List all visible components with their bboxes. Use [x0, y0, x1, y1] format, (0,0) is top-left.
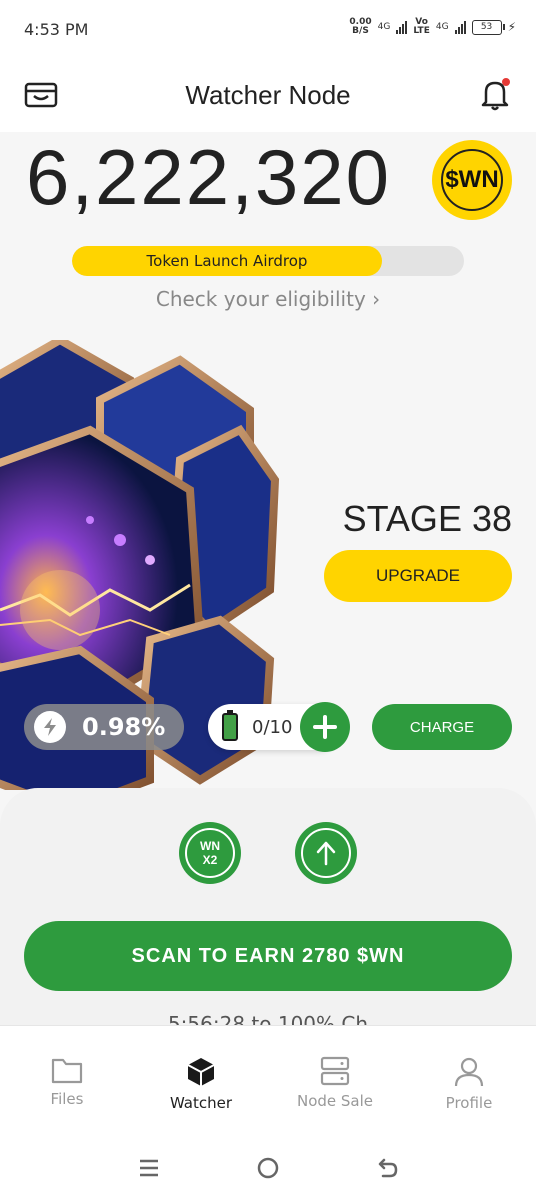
upgrade-button[interactable]: UPGRADE — [324, 550, 512, 602]
status-bar: 4:53 PM 0.00 B/S 4G Vo LTE 4G 53 ⚡ — [0, 0, 536, 62]
menu-icon — [140, 1159, 159, 1176]
battery-status-icon: 53 — [471, 19, 505, 35]
home-circle-icon — [257, 1157, 279, 1178]
bottom-nav: Files Watcher Node Sale Profile — [0, 1025, 536, 1135]
token-coin-icon: $WN — [432, 140, 512, 220]
scan-to-earn-button[interactable]: SCAN TO EARN 2780 $WN — [24, 921, 512, 991]
nav-files-label: Files — [50, 1090, 84, 1108]
back-arrow-icon — [378, 1158, 397, 1177]
nav-files[interactable]: Files — [0, 1026, 134, 1135]
plus-icon — [313, 715, 337, 739]
app-header: Watcher Node — [0, 62, 536, 132]
add-battery-button[interactable] — [300, 702, 350, 752]
status-time: 4:53 PM — [24, 20, 89, 39]
battery-count: 0/10 — [252, 716, 293, 738]
notification-dot — [502, 78, 510, 86]
battery-status-level: 53 — [480, 21, 493, 32]
nav-node-sale[interactable]: Node Sale — [268, 1026, 402, 1135]
nav-watcher-label: Watcher — [169, 1094, 233, 1112]
network-speed: 0.00 B/S — [349, 18, 371, 36]
balance-amount: 6,222,320 — [26, 133, 392, 221]
charging-bolt-icon: ⚡ — [507, 20, 516, 34]
status-icons: 0.00 B/S 4G Vo LTE 4G 53 ⚡ — [349, 18, 516, 36]
charge-button[interactable]: CHARGE — [372, 704, 512, 750]
network-speed-unit: B/S — [352, 26, 369, 36]
system-nav-bar — [0, 1135, 536, 1200]
recent-apps-button[interactable] — [129, 1148, 169, 1188]
signal-1-label: 4G — [377, 22, 391, 32]
volte-icon: Vo LTE — [413, 18, 430, 36]
nav-profile[interactable]: Profile — [402, 1026, 536, 1135]
volte-bottom: LTE — [413, 26, 430, 36]
cube-icon — [187, 1058, 215, 1086]
multiplier-button[interactable]: WN X2 — [179, 822, 241, 884]
boost-rate-value: 0.98% — [82, 713, 166, 741]
multiplier-badge-icon: WN X2 — [185, 828, 235, 878]
nav-profile-label: Profile — [445, 1094, 493, 1112]
nav-watcher[interactable]: Watcher — [134, 1026, 268, 1135]
signal-1-icon — [396, 20, 408, 34]
nav-node-sale-label: Node Sale — [296, 1092, 374, 1110]
multiplier-bottom: X2 — [202, 853, 218, 867]
signal-2-label: 4G — [435, 22, 449, 32]
lightning-icon — [34, 711, 66, 743]
back-button[interactable] — [367, 1148, 407, 1188]
arrow-up-icon — [301, 828, 351, 878]
page-title: Watcher Node — [185, 80, 351, 110]
token-symbol: $WN — [445, 166, 499, 193]
notifications-button[interactable] — [478, 76, 512, 112]
check-eligibility-link[interactable]: Check your eligibility › — [0, 287, 536, 311]
server-icon — [320, 1056, 350, 1086]
folder-icon — [51, 1058, 83, 1084]
home-button[interactable] — [248, 1148, 288, 1188]
boost-up-button[interactable] — [295, 822, 357, 884]
airdrop-progress-label: Token Launch Airdrop — [146, 252, 308, 270]
battery-icon — [222, 710, 238, 741]
person-icon — [454, 1057, 484, 1087]
stage-label: STAGE 38 — [342, 498, 512, 539]
action-sheet — [0, 788, 536, 1048]
signal-2-icon — [454, 20, 466, 34]
multiplier-top: WN — [200, 839, 220, 853]
boost-rate-pill: 0.98% — [24, 704, 184, 750]
